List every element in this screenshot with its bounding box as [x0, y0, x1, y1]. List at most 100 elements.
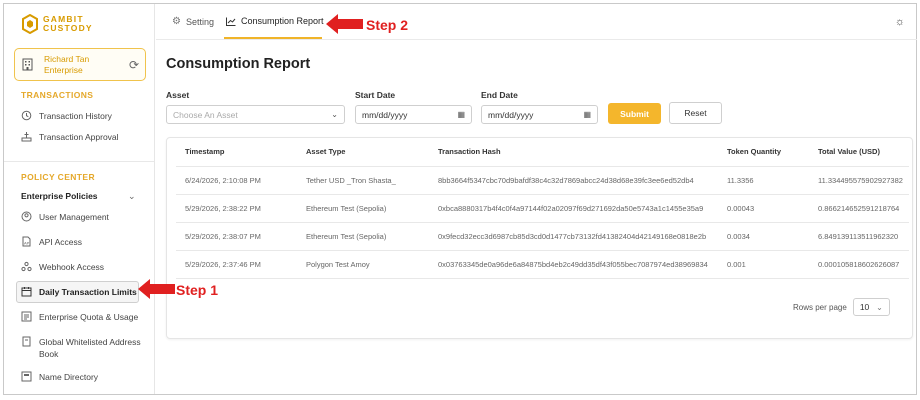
start-date-label: Start Date [355, 90, 396, 100]
logo-icon [22, 14, 38, 34]
cell-timestamp: 5/29/2026, 2:37:46 PM [176, 250, 297, 279]
cell-hash: 8bb3664f5347cbc70d9bafdf38c4c32d7869abcc… [429, 166, 718, 195]
calendar-icon [21, 287, 32, 297]
refresh-icon[interactable]: ⟳ [129, 58, 139, 72]
sidebar-item-name-directory[interactable]: Name Directory [21, 371, 149, 383]
sidebar-item-enterprise-quota[interactable]: Enterprise Quota & Usage [21, 311, 149, 323]
step2-label: Step 2 [366, 17, 409, 33]
sidebar-item-label: User Management [39, 212, 109, 222]
tab-label: Consumption Report [241, 16, 324, 26]
report-table: Timestamp Asset Type Transaction Hash To… [176, 138, 909, 279]
api-icon: API [22, 236, 31, 247]
sidebar-item-label: Enterprise Quota & Usage [39, 312, 139, 322]
end-date-input[interactable]: mm/dd/yyyy ▦ [481, 105, 598, 124]
cell-quantity: 11.3356 [718, 166, 809, 195]
brand-logo: GAMBIT CUSTODY [22, 14, 93, 34]
sidebar-item-label: API Access [39, 237, 82, 247]
enterprise-name: Richard Tan Enterprise [44, 53, 90, 75]
cell-timestamp: 5/29/2026, 2:38:22 PM [176, 194, 297, 223]
column-header: Total Value (USD) [809, 138, 909, 167]
approval-icon [21, 132, 32, 142]
directory-icon [21, 371, 32, 382]
column-header: Token Quantity [718, 138, 809, 167]
cell-quantity: 0.001 [718, 250, 809, 279]
sidebar-item-label: Webhook Access [39, 262, 105, 272]
sidebar-item-label: Daily Transaction Limits [39, 287, 137, 297]
table-row[interactable]: 5/29/2026, 2:38:07 PM Ethereum Test (Sep… [176, 222, 909, 251]
rows-per-page-label: Rows per page [793, 302, 847, 312]
sidebar-item-api-access[interactable]: API API Access [21, 236, 149, 248]
column-header: Timestamp [176, 138, 297, 167]
book-icon [22, 336, 31, 347]
submit-button[interactable]: Submit [608, 103, 661, 124]
building-icon [22, 58, 33, 71]
chevron-down-icon: ⌄ [876, 302, 883, 312]
cell-hash: 0xbca8880317b4f4c0f4a97144f02a02097f69d2… [429, 194, 718, 223]
user-icon [21, 211, 32, 222]
sidebar: GAMBIT CUSTODY Richard Tan Enterprise ⟳ … [4, 4, 155, 394]
sidebar-item-whitelisted-address-book[interactable]: Global Whitelisted Address Book [21, 336, 149, 360]
sidebar-item-transaction-history[interactable]: Transaction History [21, 110, 149, 122]
sidebar-item-label: Name Directory [39, 372, 99, 382]
sidebar-item-label: Enterprise Policies [21, 191, 98, 201]
cell-total-value: 6.849139113511962320 [809, 222, 909, 251]
cell-quantity: 0.00043 [718, 194, 809, 223]
cell-asset-type: Polygon Test Amoy [297, 250, 429, 279]
step1-label: Step 1 [176, 282, 219, 298]
history-icon [21, 110, 32, 121]
step1-arrow-icon [138, 279, 175, 299]
sidebar-item-webhook-access[interactable]: Webhook Access [21, 261, 149, 273]
enterprise-switcher[interactable]: Richard Tan Enterprise ⟳ [14, 48, 146, 81]
asset-label: Asset [166, 90, 190, 100]
brand-line2: CUSTODY [43, 23, 93, 33]
start-date-value: mm/dd/yyyy [362, 109, 408, 120]
chevron-down-icon[interactable]: ⌄ [128, 191, 136, 202]
cell-timestamp: 6/24/2026, 2:10:08 PM [176, 166, 297, 195]
column-header: Asset Type [297, 138, 429, 167]
app-window: GAMBIT CUSTODY Richard Tan Enterprise ⟳ … [3, 3, 917, 395]
calendar-icon[interactable]: ▦ [457, 110, 465, 119]
end-date-label: End Date [481, 90, 518, 100]
chevron-down-icon: ⌄ [331, 110, 338, 119]
table-row[interactable]: 6/24/2026, 2:10:08 PM Tether USD _Tron S… [176, 166, 909, 195]
cell-asset-type: Ethereum Test (Sepolia) [297, 222, 429, 251]
sidebar-item-daily-transaction-limits[interactable]: Daily Transaction Limits [21, 286, 149, 298]
cell-timestamp: 5/29/2026, 2:38:07 PM [176, 222, 297, 251]
quota-icon [21, 311, 32, 322]
rows-per-page-value: 10 [859, 302, 870, 312]
sidebar-item-user-management[interactable]: User Management [21, 211, 149, 223]
cell-asset-type: Tether USD _Tron Shasta_ [297, 166, 429, 195]
section-policy-center: POLICY CENTER [21, 172, 95, 182]
asset-select[interactable]: Choose An Asset ⌄ [166, 105, 345, 124]
cell-hash: 0x03763345de0a96de6a84875bd4eb2c49dd35df… [429, 250, 718, 279]
table-row[interactable]: 5/29/2026, 2:37:46 PM Polygon Test Amoy … [176, 250, 909, 279]
cell-total-value: 11.334495575902927382 [809, 166, 909, 195]
cell-asset-type: Ethereum Test (Sepolia) [297, 194, 429, 223]
rows-per-page: Rows per page 10 ⌄ [793, 298, 890, 316]
tab-label: Setting [185, 16, 214, 27]
table-row[interactable]: 5/29/2026, 2:38:22 PM Ethereum Test (Sep… [176, 194, 909, 223]
rows-per-page-select[interactable]: 10 ⌄ [852, 298, 890, 316]
page-title: Consumption Report [166, 56, 311, 72]
cell-total-value: 0.000105818602626087 [809, 250, 909, 279]
table-header-row: Timestamp Asset Type Transaction Hash To… [176, 138, 909, 167]
tab-setting[interactable]: ⚙ Setting [172, 16, 214, 27]
webhook-icon [21, 261, 32, 272]
gear-icon: ⚙ [172, 16, 181, 27]
end-date-value: mm/dd/yyyy [488, 109, 534, 120]
active-tab-indicator [224, 37, 322, 39]
sidebar-item-label: Transaction Approval [39, 132, 119, 142]
top-bar: ⚙ Setting Consumption Report ☼ [156, 4, 917, 40]
svg-text:API: API [24, 241, 30, 246]
tab-consumption-report[interactable]: Consumption Report [226, 16, 324, 26]
asset-placeholder: Choose An Asset [173, 109, 238, 120]
step2-arrow-icon [326, 14, 363, 34]
cell-hash: 0x9fecd32ecc3d6987cb85d3cd0d1477cb73132f… [429, 222, 718, 251]
sidebar-item-transaction-approval[interactable]: Transaction Approval [21, 131, 149, 143]
reset-button[interactable]: Reset [669, 102, 722, 124]
calendar-icon[interactable]: ▦ [583, 110, 591, 119]
theme-toggle-icon[interactable]: ☼ [895, 16, 905, 28]
sidebar-divider [4, 161, 154, 162]
column-header: Transaction Hash [429, 138, 718, 167]
start-date-input[interactable]: mm/dd/yyyy ▦ [355, 105, 472, 124]
